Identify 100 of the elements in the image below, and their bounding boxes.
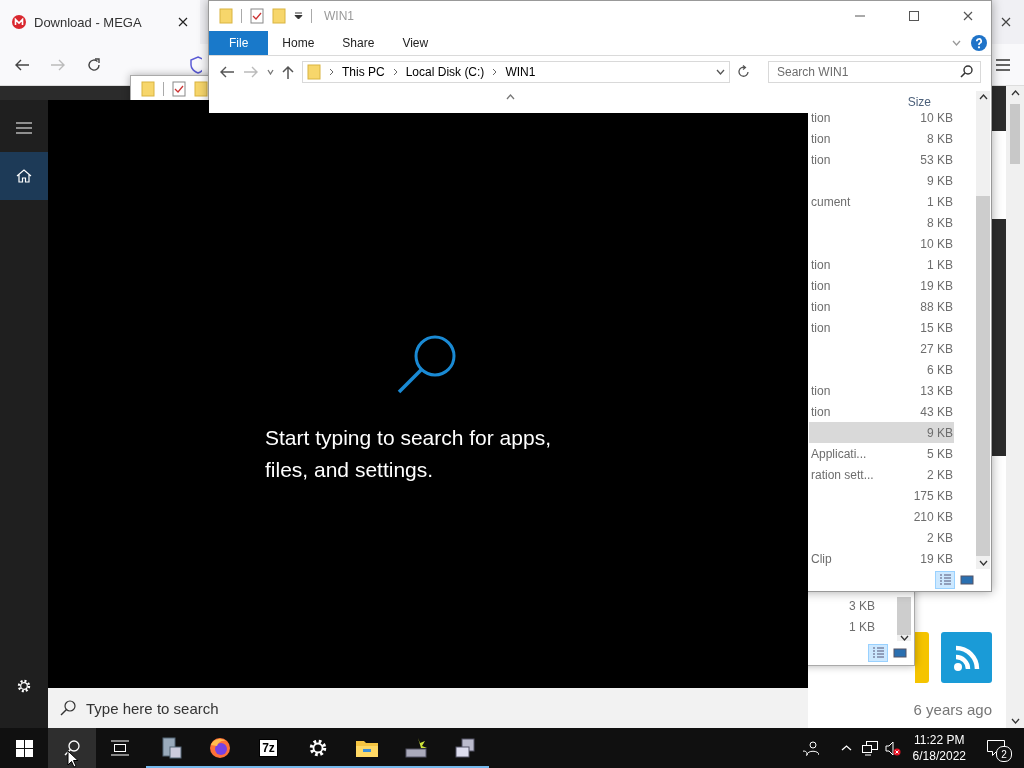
file-size: 1 KB — [926, 257, 954, 272]
breadcrumb-item[interactable]: WIN1 — [505, 64, 536, 79]
ribbon-tab[interactable]: Home — [268, 31, 329, 55]
file-size: 8 KB — [926, 131, 954, 146]
scrollbar-thumb[interactable] — [1010, 104, 1020, 164]
recent-locations-icon[interactable] — [267, 68, 274, 75]
file-row[interactable]: cument 1 KB — [809, 191, 954, 212]
search-icon[interactable] — [64, 740, 80, 756]
file-row[interactable]: tion 10 KB — [809, 113, 954, 128]
breadcrumb-item[interactable]: This PC — [342, 64, 385, 79]
file-size: 9 KB — [926, 425, 954, 440]
clock[interactable]: 11:22 PM 6/18/2022 — [904, 728, 974, 768]
file-type: cument — [810, 194, 852, 209]
file-row[interactable]: 9 KB — [809, 422, 954, 443]
file-size: 2 KB — [926, 530, 954, 545]
file-row[interactable]: Clip 19 KB — [809, 548, 954, 569]
help-icon[interactable] — [971, 35, 987, 51]
sidebar-item[interactable] — [0, 152, 48, 200]
file-size: 9 KB — [926, 173, 954, 188]
file-menu-tab[interactable]: File — [209, 31, 269, 55]
breadcrumb-item[interactable]: Local Disk (C:) — [405, 64, 485, 79]
clock-time: 11:22 PM — [914, 732, 965, 748]
show-hidden-icons-icon[interactable] — [841, 745, 853, 751]
file-row[interactable]: tion 43 KB — [809, 401, 954, 422]
file-row[interactable]: ration sett... 2 KB — [809, 464, 954, 485]
ribbon-tab[interactable]: Share — [328, 31, 389, 55]
file-size: 27 KB — [919, 341, 954, 356]
back-arrow-icon[interactable] — [219, 65, 235, 78]
file-size: 3 KB — [848, 597, 875, 615]
rss-icon — [952, 643, 981, 672]
file-row[interactable]: 210 KB — [809, 506, 954, 527]
scroll-up-icon[interactable] — [1010, 90, 1020, 96]
scrollbar-thumb[interactable] — [976, 196, 990, 556]
browser-tab[interactable]: Download - MEGA — [0, 0, 200, 44]
menu-icon[interactable] — [996, 58, 1010, 71]
column-header[interactable]: Size — [907, 95, 953, 109]
file-size: 10 KB — [919, 113, 954, 125]
file-type: tion — [810, 320, 832, 335]
up-arrow-icon[interactable] — [282, 64, 294, 79]
taskbar-app[interactable]: 7z — [244, 728, 293, 768]
file-row[interactable]: 27 KB — [809, 338, 954, 359]
file-row[interactable]: 2 KB — [809, 527, 954, 548]
file-row[interactable]: tion 19 KB — [809, 275, 954, 296]
search-field[interactable]: Search WIN1 — [768, 60, 981, 83]
feed-tile[interactable] — [941, 632, 992, 683]
scroll-down-icon[interactable] — [1010, 718, 1020, 724]
back-arrow-icon[interactable] — [14, 58, 30, 71]
customize-toolbar-icon[interactable] — [294, 12, 303, 20]
scroll-down-icon[interactable] — [899, 635, 909, 641]
file-size: 1 KB — [848, 618, 875, 636]
shield-icon[interactable] — [190, 55, 202, 74]
settings-icon[interactable] — [16, 678, 32, 694]
maximize-icon[interactable] — [909, 11, 919, 21]
tab-close-icon[interactable] — [178, 17, 188, 27]
ribbon-tab[interactable]: View — [388, 31, 443, 55]
search-hint: Start typing to search for apps, files, and settings. — [265, 425, 552, 483]
people-icon[interactable] — [802, 740, 819, 756]
scroll-up-icon[interactable] — [978, 94, 988, 100]
file-row[interactable]: tion 53 KB — [809, 149, 954, 170]
file-size: 1 KB — [926, 194, 954, 209]
file-size: 210 KB — [912, 509, 954, 524]
refresh-icon[interactable] — [738, 65, 750, 78]
address-dropdown-icon[interactable] — [716, 68, 725, 75]
file-row[interactable]: tion 15 KB — [809, 317, 954, 338]
file-type: tion — [810, 152, 832, 167]
expand-ribbon-icon[interactable] — [952, 40, 961, 46]
folder-tile[interactable] — [915, 632, 929, 683]
gear-icon — [307, 738, 328, 758]
file-size: 13 KB — [919, 383, 954, 398]
reload-icon[interactable] — [86, 56, 102, 73]
post-age: 6 years ago — [913, 701, 992, 718]
home-icon[interactable] — [16, 169, 32, 183]
properties-icon[interactable] — [172, 81, 186, 97]
task-view-icon[interactable] — [111, 740, 129, 756]
close-icon[interactable] — [963, 11, 973, 21]
file-row[interactable]: tion 8 KB — [809, 128, 954, 149]
file-row[interactable]: 8 KB — [809, 212, 954, 233]
address-bar[interactable]: This PC Local Disk (C:) WIN1 — [302, 60, 730, 83]
file-type: tion — [810, 113, 832, 125]
properties-icon[interactable] — [250, 8, 264, 24]
file-row[interactable]: Applicati... 5 KB — [809, 443, 954, 464]
window-title: WIN1 — [324, 9, 354, 23]
file-row[interactable]: 175 KB — [809, 485, 954, 506]
search-field[interactable]: Type here to search — [48, 688, 808, 728]
windows-logo-icon[interactable] — [15, 739, 33, 757]
file-row[interactable]: 9 KB — [809, 170, 954, 191]
folder-icon — [307, 63, 321, 80]
scroll-down-icon[interactable] — [978, 560, 988, 566]
volume-icon[interactable] — [884, 740, 901, 756]
server-icon — [159, 737, 182, 759]
search-icon[interactable] — [960, 64, 973, 78]
window-close-icon[interactable] — [1001, 17, 1011, 27]
action-center-button[interactable]: 2 — [974, 728, 1018, 768]
file-row[interactable]: 6 KB — [809, 359, 954, 380]
search-button[interactable] — [48, 728, 96, 768]
file-row[interactable]: tion 88 KB — [809, 296, 954, 317]
file-row[interactable]: tion 1 KB — [809, 254, 954, 275]
file-row[interactable]: tion 13 KB — [809, 380, 954, 401]
network-icon[interactable] — [861, 740, 878, 756]
file-row[interactable]: 10 KB — [809, 233, 954, 254]
